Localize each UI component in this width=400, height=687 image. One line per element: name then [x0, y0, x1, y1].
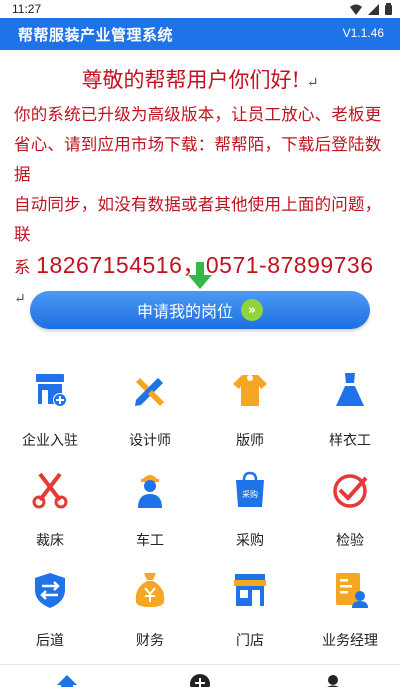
- grid-item-label: 检验: [336, 533, 364, 549]
- notice-title-text: 尊敬的帮帮用户你们好!: [81, 68, 301, 92]
- grid-item-label: 车工: [136, 533, 164, 549]
- notice-line-2: 省心、请到应用市场下载：帮帮陌，下载后登陆数据: [14, 135, 382, 184]
- scissors-icon: [32, 472, 68, 509]
- grid-item-cutting[interactable]: 裁床: [0, 460, 100, 560]
- apply-button-label: 申请我的岗位: [136, 302, 233, 321]
- grid-item-label: 裁床: [36, 533, 64, 549]
- signal-icon: [368, 3, 379, 15]
- notice-line-3: 自动同步，如没有数据或者其他使用上面的问题，联: [14, 195, 382, 244]
- grid-item-label: 业务经理: [322, 633, 378, 649]
- worker-icon: [138, 475, 162, 508]
- status-bar: 11:27: [0, 0, 400, 18]
- shopping-bag-icon: 采购: [236, 471, 264, 507]
- grid-item-sewing[interactable]: 车工: [100, 460, 200, 560]
- grid-item-label: 采购: [236, 533, 264, 549]
- apply-my-position-button[interactable]: 申请我的岗位 »: [30, 291, 370, 329]
- grid-item-label: 门店: [236, 633, 264, 649]
- shop-add-icon: [36, 374, 67, 407]
- grid-item-designer[interactable]: 设计师: [100, 360, 200, 460]
- grid-item-enterprise[interactable]: 企业入驻: [0, 360, 100, 460]
- grid-item-purchasing[interactable]: 采购 采购: [200, 460, 300, 560]
- grid-item-label: 版师: [236, 433, 264, 449]
- check-stamp-icon: [333, 474, 368, 508]
- grid-item-label: 后道: [36, 633, 64, 649]
- money-bag-icon: [135, 573, 165, 607]
- grid-item-label: 样衣工: [329, 433, 371, 449]
- return-mark-icon: ↵: [14, 291, 26, 307]
- profile-icon[interactable]: [322, 673, 344, 687]
- app-title: 帮帮服装产业管理系统: [18, 26, 174, 44]
- grid-item-sample-maker[interactable]: 样衣工: [300, 360, 400, 460]
- grid-item-label: 设计师: [129, 433, 171, 449]
- grid-item-store[interactable]: 门店: [200, 560, 300, 660]
- grid-item-pattern-maker[interactable]: 版师: [200, 360, 300, 460]
- manager-doc-icon: [336, 573, 368, 608]
- storefront-icon: [234, 574, 266, 606]
- bag-text: 采购: [242, 489, 258, 499]
- garment-icon: [233, 375, 267, 406]
- grid-item-finance[interactable]: 财务: [100, 560, 200, 660]
- grid-item-label: 企业入驻: [22, 433, 78, 449]
- app-bar: 帮帮服装产业管理系统 V1.1.46: [0, 18, 400, 50]
- grid-item-finishing[interactable]: 后道: [0, 560, 100, 660]
- battery-icon: [385, 3, 392, 15]
- pencil-ruler-icon: [135, 378, 164, 406]
- grid-item-business-manager[interactable]: 业务经理: [300, 560, 400, 660]
- shield-transfer-icon: [35, 573, 65, 608]
- notice-line-1: 你的系统已升级为高级版本，让员工放心、老板更: [14, 105, 382, 124]
- dress-icon: [336, 373, 364, 406]
- status-time: 11:27: [12, 2, 42, 16]
- home-icon[interactable]: [56, 673, 78, 687]
- status-icons: [350, 3, 392, 15]
- notice-title: 尊敬的帮帮用户你们好! ↵: [0, 64, 400, 94]
- add-icon[interactable]: [189, 673, 211, 687]
- down-arrow-icon: [188, 262, 212, 289]
- grid-item-label: 财务: [136, 633, 164, 649]
- app-version: V1.1.46: [342, 26, 384, 40]
- grid-item-inspection[interactable]: 检验: [300, 460, 400, 560]
- notice-line-4-prefix: 系: [14, 258, 31, 277]
- return-mark-icon: ↵: [306, 75, 319, 91]
- bottom-nav: [0, 664, 400, 687]
- double-chevron-icon: »: [241, 299, 263, 321]
- wifi-icon: [350, 4, 362, 15]
